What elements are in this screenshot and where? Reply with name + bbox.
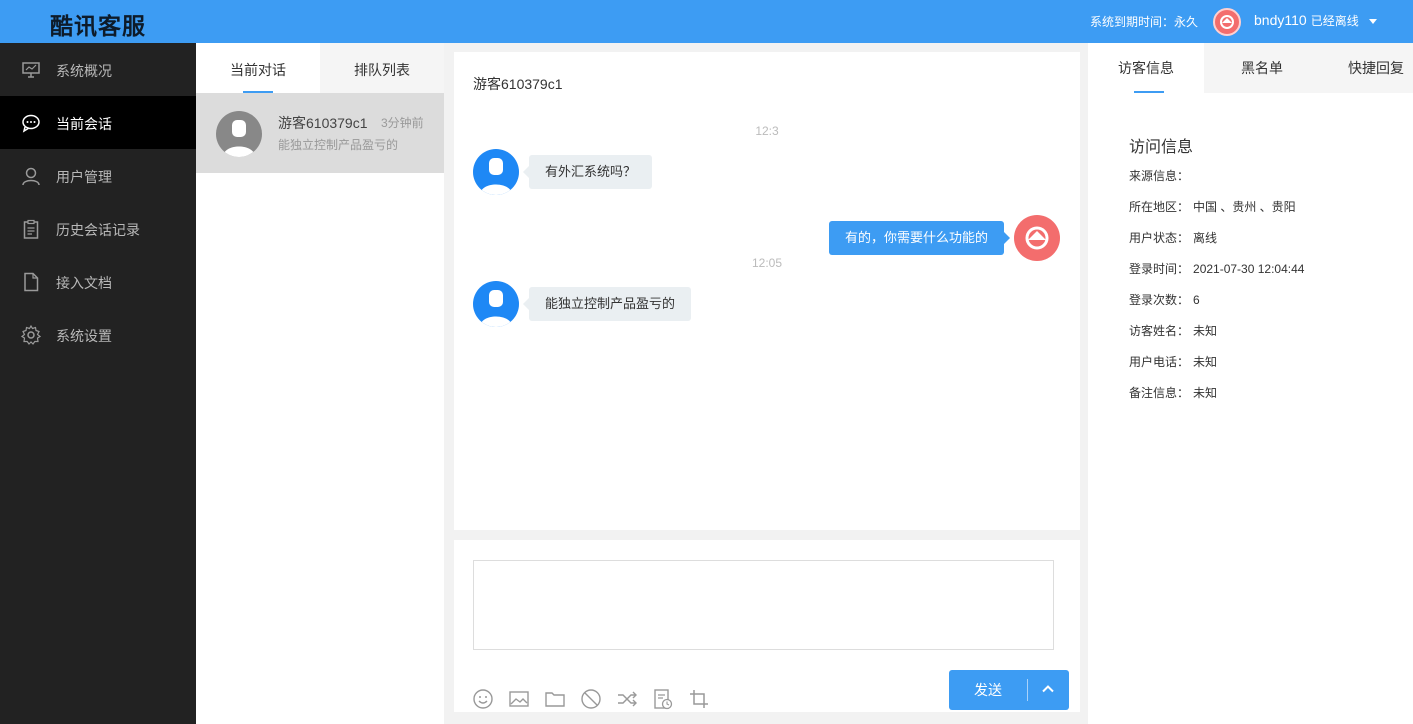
sidebar: 系统概况 当前会话 用户管理 历史会话记录 接入文档 系统设置 [0,43,196,724]
info-row-phone: 用户电话： 未知 [1129,353,1217,370]
visitor-message: 有外汇系统吗？ [522,155,653,189]
username-label: bndy110 [1254,12,1307,28]
info-value: 2021-07-30 12:04:44 [1193,262,1305,276]
send-button[interactable]: 发送 [949,670,1069,710]
sidebar-item-overview[interactable]: 系统概况 [0,43,196,96]
chat-title: 游客610379c1 [473,76,563,92]
message-time: 3分钟前 [381,116,424,130]
sidebar-item-docs[interactable]: 接入文档 [0,255,196,308]
headset-icon [1220,15,1234,29]
user-icon [22,167,40,186]
info-label: 备注信息： [1129,386,1190,400]
sidebar-item-label: 当前会话 [56,116,112,132]
folder-icon[interactable] [544,688,566,710]
info-row-status: 用户状态： 离线 [1129,229,1217,246]
conversation-panel: 当前对话 排队列表 游客610379c1 3分钟前 能独立控制产品盈亏的 [196,43,444,724]
info-row-name: 访客姓名： 未知 [1129,322,1217,339]
visitor-info-panel: 访客信息 黑名单 快捷回复 访问信息 来源信息： 所在地区： 中国 、贵州 、贵阳… [1088,43,1413,724]
info-label: 登录时间： [1129,262,1190,276]
document-icon [24,272,39,292]
visitor-avatar [473,149,519,195]
info-label: 访客姓名： [1129,324,1190,338]
online-status: 已经离线 [1310,14,1359,28]
conversation-tabs: 当前对话 排队列表 [196,43,444,93]
message-timestamp: 12:05 [751,256,783,270]
info-row-login-time: 登录时间： 2021-07-30 12:04:44 [1129,260,1304,277]
agent-message: 有的，你需要什么功能的 [829,221,1011,255]
visitor-name: 游客610379c1 [278,115,368,131]
message-input[interactable] [473,560,1054,650]
info-tabs: 访客信息 黑名单 快捷回复 [1088,43,1413,93]
info-label: 所在地区： [1129,200,1190,214]
section-title: 访问信息 [1129,139,1194,156]
message-timestamp: 12:3 [755,124,779,138]
image-icon[interactable] [508,688,530,710]
sidebar-item-label: 系统概况 [56,63,112,79]
chevron-down-icon[interactable] [1369,19,1377,24]
info-row-notes: 备注信息： 未知 [1129,384,1217,401]
user-avatar-icon [223,120,255,157]
agent-avatar[interactable] [1213,8,1241,36]
info-label: 用户电话： [1129,355,1190,369]
info-value: 6 [1193,293,1200,307]
tab-current-conversation[interactable]: 当前对话 [196,43,320,93]
sidebar-item-current-chat[interactable]: 当前会话 [0,96,196,149]
chevron-up-icon [1042,685,1054,693]
sidebar-item-settings[interactable]: 系统设置 [0,308,196,361]
send-options-button[interactable] [1028,670,1069,710]
tab-visitor-info[interactable]: 访客信息 [1088,43,1204,93]
gear-icon [21,325,41,345]
info-value: 未知 [1193,324,1218,338]
tab-blacklist[interactable]: 黑名单 [1204,43,1320,93]
headset-icon [1025,226,1049,250]
info-value: 中国 、贵州 、贵阳 [1193,200,1296,214]
message-preview: 能独立控制产品盈亏的 [278,138,399,152]
crop-icon[interactable] [688,688,710,710]
block-icon[interactable] [580,688,602,710]
tab-quick-reply[interactable]: 快捷回复 [1320,43,1413,93]
message-composer: 发送 [454,540,1080,712]
expiry-text: 系统到期时间：永久 [1090,15,1199,29]
agent-avatar [1014,215,1060,261]
sidebar-item-history[interactable]: 历史会话记录 [0,202,196,255]
user-avatar-icon [480,290,512,327]
avatar [216,111,262,157]
history-icon[interactable] [652,688,674,710]
user-menu[interactable]: bndy110 已经离线 [1254,12,1359,29]
top-bar: 酷讯客服 系统到期时间：永久 bndy110 已经离线 [0,0,1413,43]
info-label: 用户状态： [1129,231,1190,245]
chat-window: 游客610379c1 12:3 有外汇系统吗？ 有的，你需要什么功能的 12:0… [454,52,1080,530]
send-button-label: 发送 [974,682,1002,698]
clipboard-icon [23,219,39,239]
chat-bubble-icon [22,114,40,133]
monitor-icon [22,62,40,78]
sidebar-item-label: 系统设置 [56,328,112,344]
sidebar-item-label: 接入文档 [56,275,112,291]
info-value: 离线 [1193,231,1218,245]
info-value: 未知 [1193,386,1218,400]
list-item[interactable]: 游客610379c1 3分钟前 能独立控制产品盈亏的 [196,93,444,173]
sidebar-item-label: 历史会话记录 [56,222,140,238]
user-avatar-icon [480,158,512,195]
info-label: 来源信息： [1129,169,1190,183]
sidebar-item-users[interactable]: 用户管理 [0,149,196,202]
visitor-avatar [473,281,519,327]
tab-queue-list[interactable]: 排队列表 [320,43,444,93]
brand-logo: 酷讯客服 [50,13,146,39]
sidebar-item-label: 用户管理 [56,169,112,185]
info-row-source: 来源信息： [1129,167,1193,184]
info-value: 未知 [1193,355,1218,369]
transfer-icon[interactable] [616,688,638,710]
info-label: 登录次数： [1129,293,1190,307]
emoji-icon[interactable] [472,688,494,710]
visitor-message: 能独立控制产品盈亏的 [522,287,692,321]
info-row-region: 所在地区： 中国 、贵州 、贵阳 [1129,198,1296,215]
info-row-login-count: 登录次数： 6 [1129,291,1200,308]
